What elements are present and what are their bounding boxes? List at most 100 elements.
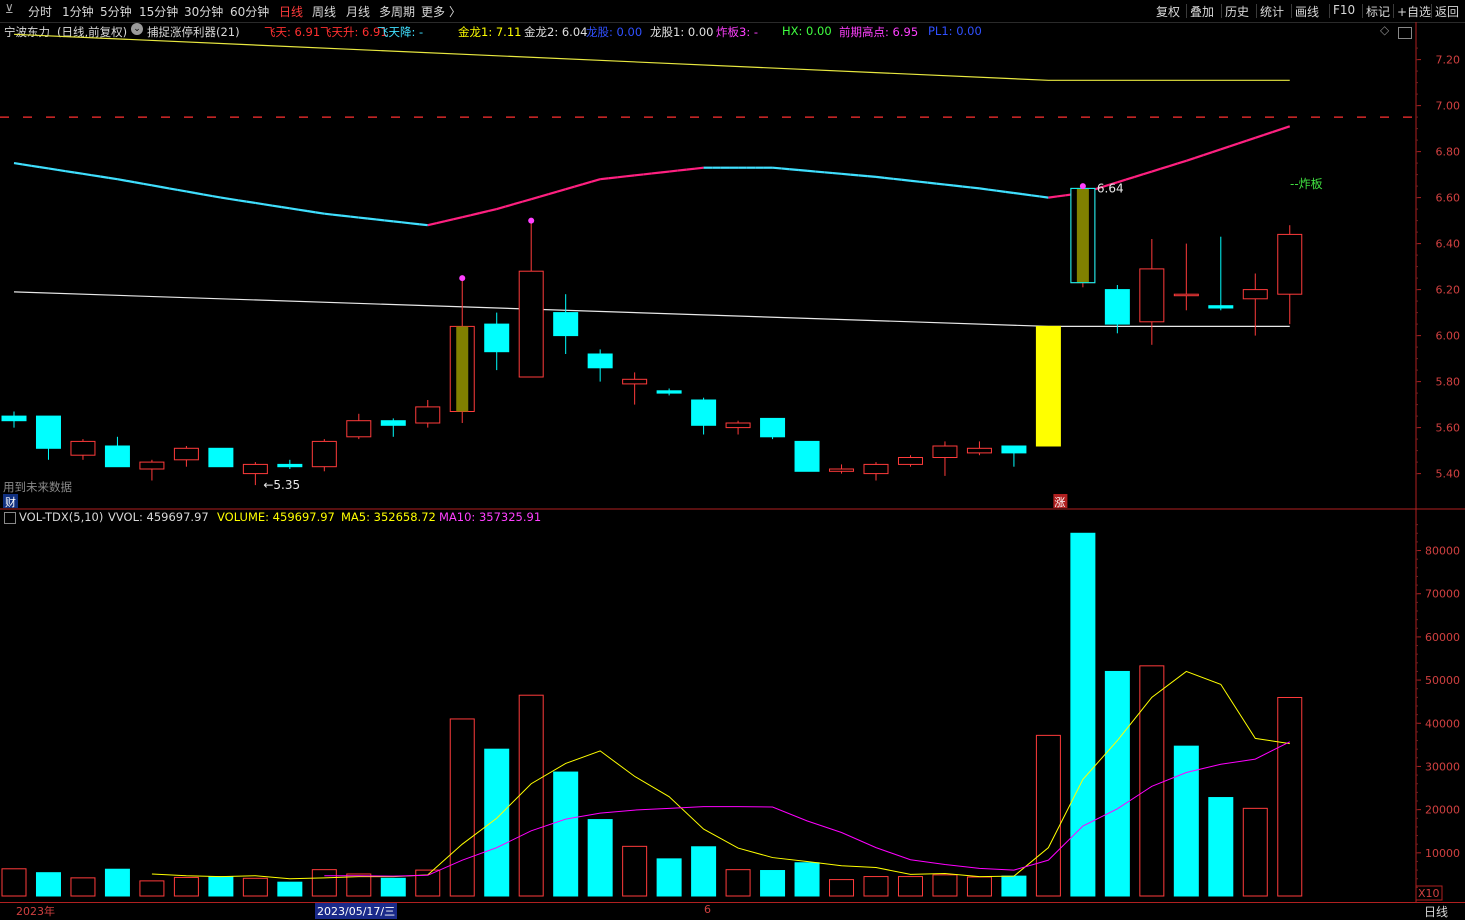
feitian-line-seg — [237, 199, 247, 203]
feitian-line-seg — [315, 211, 325, 215]
toolbar-button-6[interactable]: 标记 — [1366, 3, 1390, 20]
candle-body — [70, 440, 96, 456]
toolbar-button-4[interactable]: 画线 — [1295, 3, 1319, 20]
price-chart[interactable]: 7.20 7.00 6.80 6.60 6.40 6.20 6.00 5.80 5.60 5.40… — [0, 22, 1465, 510]
candle-body — [587, 353, 613, 369]
toolbar-button-1[interactable]: 叠加 — [1190, 3, 1214, 20]
feitian-line-seg — [31, 164, 41, 169]
feitian-line-seg — [177, 188, 187, 193]
toolbar-button-3[interactable]: 统计 — [1260, 3, 1284, 20]
price-tick-label: 6.60 — [1436, 192, 1461, 205]
candle-body — [242, 463, 268, 475]
feitian-line-seg — [513, 200, 523, 206]
feitian-line-seg — [944, 183, 954, 187]
volume-bar — [70, 877, 96, 897]
feitian-line-seg — [582, 180, 592, 186]
period-tab-10[interactable]: 更多 — [421, 3, 445, 20]
feitian-line-seg — [806, 169, 816, 173]
volume-chart[interactable]: 80000 70000 60000 50000 40000 30000 20000 10000… — [0, 508, 1465, 902]
volume-bar — [966, 876, 992, 897]
feitian-line-seg — [556, 188, 566, 193]
period-tab-9[interactable]: 多周期 — [379, 3, 415, 20]
feitian-line-seg — [591, 178, 601, 183]
limit-up-candle-fill — [456, 326, 469, 412]
candle-body — [139, 461, 165, 470]
feitian-line-seg — [530, 195, 541, 201]
feitian-line-seg — [461, 214, 472, 219]
toolbar-button-5[interactable]: F10 — [1333, 3, 1355, 17]
feitian-line-seg — [39, 166, 49, 170]
period-tab-0[interactable]: 分时 — [28, 3, 52, 20]
candle — [173, 446, 199, 467]
price-tick-label: 6.40 — [1436, 238, 1461, 251]
period-tab-8[interactable]: 月线 — [346, 3, 370, 20]
candle-body — [897, 457, 923, 465]
candle — [1035, 325, 1061, 447]
jinlong2-line — [13, 291, 1290, 327]
feitian-line-seg — [1005, 190, 1015, 195]
period-tab-1[interactable]: 1分钟 — [62, 3, 94, 20]
feitian-line-seg — [246, 200, 256, 205]
volume-bar — [311, 869, 337, 897]
feitian-line-seg — [1134, 173, 1144, 178]
feitian-line-seg — [324, 212, 334, 216]
feitian-line-seg — [798, 168, 808, 172]
feitian-line-seg — [1142, 170, 1153, 176]
feitian-line-seg — [1039, 195, 1049, 199]
candle — [691, 397, 717, 435]
volume-bar — [622, 845, 648, 897]
vol-tick-label: 60000 — [1425, 631, 1460, 644]
volume-bar — [139, 880, 165, 897]
toolbar-button-7[interactable]: +自选 — [1397, 3, 1431, 20]
candle-body — [794, 440, 820, 472]
cycle-label[interactable]: 日线 — [1424, 903, 1448, 920]
volume-bar — [173, 876, 199, 897]
cursor-date: 2023/05/17/三 — [315, 903, 398, 919]
candle-body — [346, 420, 372, 438]
feitian-line-seg — [470, 212, 480, 217]
feitian-line-seg — [375, 218, 385, 222]
toolbar-button-8[interactable]: 返回 — [1435, 3, 1459, 20]
feitian-line-seg — [419, 223, 428, 227]
feitian-line-seg — [82, 172, 92, 177]
feitian-line-seg — [987, 188, 997, 192]
period-tab-5[interactable]: 60分钟 — [230, 3, 269, 20]
feitian-line-seg — [832, 171, 842, 175]
more-arrow-icon[interactable]: 〉 — [449, 3, 461, 20]
candle — [104, 436, 130, 468]
feitian-line-seg — [220, 196, 230, 201]
feitian-line-seg — [789, 168, 799, 172]
feitian-line-seg — [1022, 193, 1032, 197]
feitian-line-seg — [979, 187, 989, 191]
feitian-line-seg — [367, 217, 377, 221]
toolbar-button-2[interactable]: 历史 — [1225, 3, 1249, 20]
feitian-line-seg — [1272, 128, 1282, 134]
feitian-line-seg — [289, 207, 299, 211]
volume-bar — [1277, 696, 1303, 897]
toolbar-button-0[interactable]: 复权 — [1156, 3, 1180, 20]
candle — [1173, 243, 1199, 311]
feitian-line-seg — [1194, 154, 1204, 159]
price-tick-label: 7.20 — [1436, 54, 1461, 67]
period-tab-7[interactable]: 周线 — [312, 3, 336, 20]
candle — [415, 400, 441, 428]
candle-body — [622, 378, 648, 385]
feitian-line-seg — [108, 176, 118, 181]
toolbar: 分时 1分钟 5分钟 15分钟 30分钟 60分钟 日线 周线 月线 多周期 更多〉 ⊻ 复权 叠加 历史统… — [0, 0, 1465, 23]
feitian-line-seg — [824, 171, 833, 175]
period-tab-4[interactable]: 30分钟 — [184, 3, 223, 20]
candle-body — [173, 447, 199, 461]
feitian-line-seg — [1229, 142, 1239, 148]
period-tab-2[interactable]: 5分钟 — [100, 3, 132, 20]
period-tab-3[interactable]: 15分钟 — [139, 3, 178, 20]
limit-up-candle-fill — [1076, 188, 1089, 283]
period-tab-6[interactable]: 日线 — [279, 3, 303, 20]
feitian-line-seg — [522, 198, 532, 203]
candle — [794, 440, 820, 472]
menu-icon[interactable]: ⊻ — [5, 2, 14, 16]
feitian-line-seg — [1237, 139, 1248, 145]
feitian-line-seg — [350, 215, 359, 219]
date-axis — [0, 902, 1465, 919]
volume-bar — [656, 858, 682, 897]
feitian-line-seg — [1048, 195, 1058, 199]
